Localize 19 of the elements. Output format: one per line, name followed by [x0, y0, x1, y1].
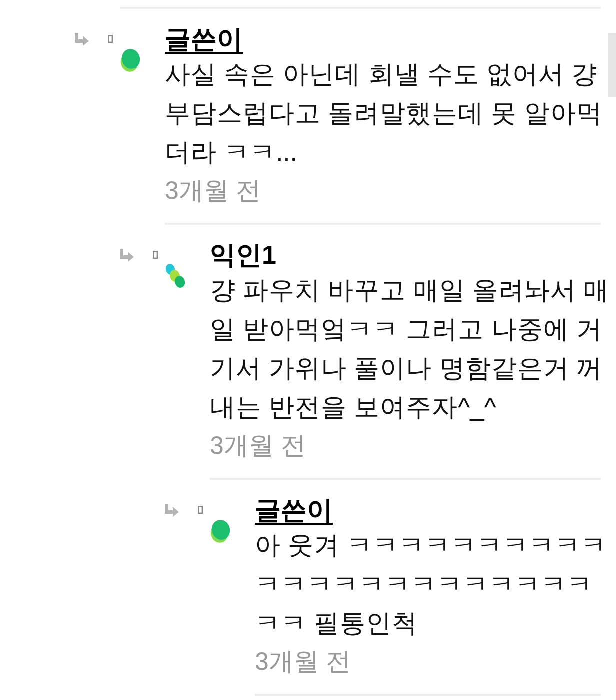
comment-text: 걍 파우치 바꾸고 매일 올려놔서 매일 받아먹엌ㅋㅋ 그러고 나중에 거기서 가위나 풀이나 명함같은거 꺼내는 반전을 보여주자^_^	[210, 276, 610, 424]
author-link[interactable]: 글쓴이	[255, 494, 333, 526]
author-name: 익인1	[210, 239, 276, 271]
avatar-icon	[210, 518, 231, 544]
comment-time: 3개월 전	[210, 431, 306, 462]
author-link[interactable]: 글쓴이	[165, 23, 243, 55]
frame-icon	[108, 35, 113, 43]
avatar-icon	[165, 263, 186, 289]
reply-arrow-icon	[120, 249, 134, 262]
comment-time: 3개월 전	[165, 176, 261, 207]
reply-arrow-icon	[75, 33, 89, 46]
comment-time: 3개월 전	[255, 647, 351, 678]
scrollbar-thumb[interactable]	[608, 33, 616, 97]
frame-icon	[153, 251, 158, 259]
frame-icon	[198, 506, 203, 514]
reply-arrow-icon	[165, 504, 179, 517]
comment-text: 아 웃겨 ㅋㅋㅋㅋㅋㅋㅋㅋㅋㅋㅋㅋㅋㅋㅋㅋㅋㅋㅋㅋㅋㅋㅋㅋㅋ 필통인척	[255, 531, 608, 640]
avatar-icon	[120, 47, 141, 73]
comment-text: 사실 속은 아닌데 회낼 수도 없어서 걍 부담스럽다고 돌려말했는데 못 알아먹더라 ㅋㅋ...	[165, 60, 604, 169]
